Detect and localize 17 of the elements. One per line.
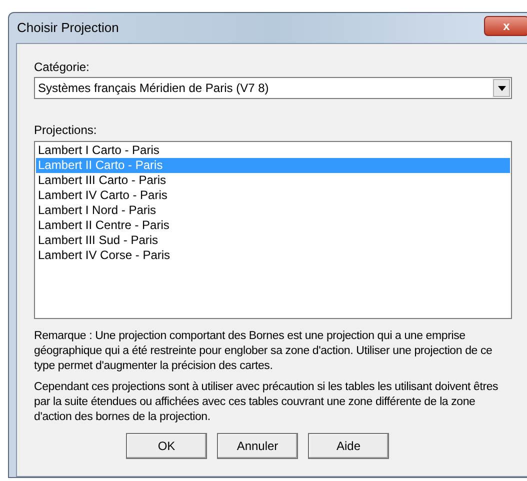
dialog-button[interactable]: Annuler xyxy=(217,433,298,459)
projection-item[interactable]: Lambert III Carto - Paris xyxy=(36,173,510,188)
projection-item[interactable]: Lambert I Carto - Paris xyxy=(36,143,510,158)
projection-item[interactable]: Lambert I Nord - Paris xyxy=(36,203,510,218)
projection-item[interactable]: Lambert IV Carto - Paris xyxy=(36,188,510,203)
remark-text: Cependant ces projections sont à utiliser avec précaution si les tables les utilisant doivent êtres par la suite étendues ou affichées avec ces tables couvrant une zone différente de la zone d'action des bornes de la projection. xyxy=(34,380,500,425)
projection-item[interactable]: Lambert IV Corse - Paris xyxy=(36,248,510,263)
projections-label: Projections: xyxy=(34,123,98,137)
category-dropdown[interactable]: Systèmes français Méridien de Paris (V7 8) xyxy=(34,77,512,99)
projection-item[interactable]: Lambert II Centre - Paris xyxy=(36,218,510,233)
projection-item[interactable]: Lambert III Sud - Paris xyxy=(36,233,510,248)
dialog-button[interactable]: Aide xyxy=(308,433,389,459)
window-title: Choisir Projection xyxy=(16,19,119,38)
dialog-button[interactable]: OK xyxy=(126,433,207,459)
category-label: Catégorie: xyxy=(34,60,90,74)
close-button[interactable]: x xyxy=(484,16,527,36)
remark-text: Remarque : Une projection comportant des Bornes est une projection qui a une emprise géographique qui a été restreinte pour englober sa zone d'action. Utiliser une projection de ce type permet d'augmenter la précision des cartes. xyxy=(34,329,494,374)
